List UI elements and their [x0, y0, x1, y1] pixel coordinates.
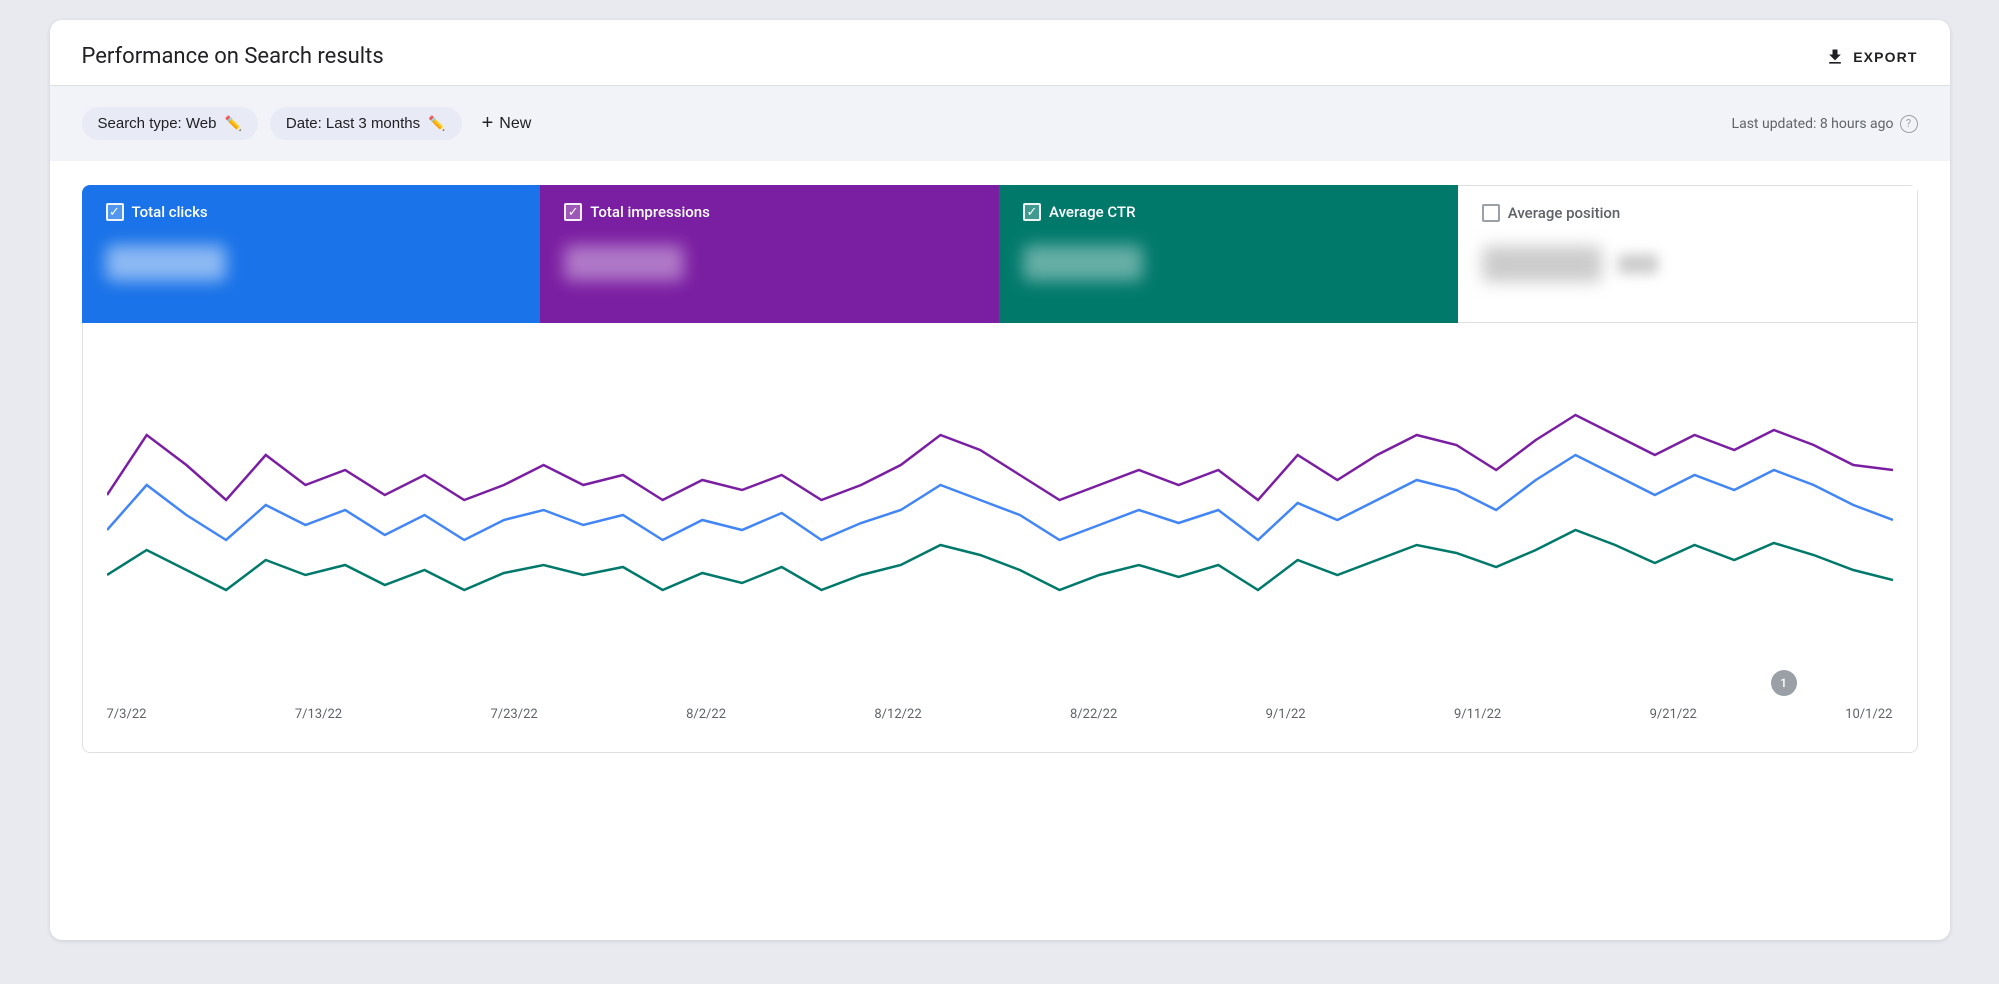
info-icon[interactable]: ?: [1900, 115, 1918, 133]
x-label-5: 8/22/22: [1070, 707, 1117, 722]
x-label-6: 9/1/22: [1266, 707, 1306, 722]
clicks-value: [106, 245, 226, 281]
date-label: Date: Last 3 months: [286, 115, 420, 132]
last-updated-text: Last updated: 8 hours ago: [1732, 116, 1894, 132]
export-button[interactable]: EXPORT: [1825, 47, 1917, 67]
ctr-value: [1023, 245, 1143, 281]
last-updated: Last updated: 8 hours ago ?: [1732, 115, 1918, 133]
position-checkbox[interactable]: [1482, 204, 1500, 222]
new-label: New: [499, 115, 531, 133]
filters-left: Search type: Web ✏️ Date: Last 3 months …: [82, 104, 540, 143]
search-type-filter[interactable]: Search type: Web ✏️: [82, 107, 258, 140]
x-axis-labels: 7/3/22 7/13/22 7/23/22 8/2/22 8/12/22 8/…: [107, 699, 1893, 738]
date-badge: 1: [1771, 670, 1797, 696]
date-filter[interactable]: Date: Last 3 months ✏️: [270, 107, 462, 140]
filters-bar: Search type: Web ✏️ Date: Last 3 months …: [50, 86, 1950, 161]
ctr-label: Average CTR: [1049, 203, 1136, 221]
impressions-value-area: [564, 233, 975, 293]
clicks-checkbox[interactable]: ✓: [106, 203, 124, 221]
x-label-2: 7/23/22: [490, 707, 537, 722]
clicks-label: Total clicks: [132, 203, 208, 221]
impressions-checkbox[interactable]: ✓: [564, 203, 582, 221]
clicks-value-area: [106, 233, 517, 293]
metrics-row: ✓ Total clicks ✓ Total impressions ✓ Ave…: [82, 185, 1918, 323]
x-label-3: 8/2/22: [686, 707, 726, 722]
impressions-value: [564, 245, 684, 281]
clicks-label-row: ✓ Total clicks: [106, 203, 517, 221]
x-label-0: 7/3/22: [107, 707, 147, 722]
page-title: Performance on Search results: [82, 44, 384, 69]
metric-card-position[interactable]: Average position: [1458, 185, 1918, 323]
x-label-1: 7/13/22: [295, 707, 342, 722]
card-header: Performance on Search results EXPORT: [50, 20, 1950, 86]
export-label: EXPORT: [1853, 49, 1917, 65]
plus-icon: +: [482, 112, 494, 135]
position-label: Average position: [1508, 204, 1621, 222]
line-chart: [107, 355, 1893, 695]
impressions-label: Total impressions: [590, 203, 710, 221]
edit-icon-2: ✏️: [428, 115, 445, 132]
metric-card-ctr[interactable]: ✓ Average CTR: [999, 185, 1458, 323]
position-label-row: Average position: [1482, 204, 1893, 222]
ctr-checkbox[interactable]: ✓: [1023, 203, 1041, 221]
main-card: Performance on Search results EXPORT Sea…: [50, 20, 1950, 940]
metric-card-impressions[interactable]: ✓ Total impressions: [540, 185, 999, 323]
position-sub-value: [1618, 254, 1658, 274]
x-label-7: 9/11/22: [1454, 707, 1501, 722]
ctr-value-area: [1023, 233, 1434, 293]
search-type-label: Search type: Web: [98, 115, 217, 132]
edit-icon: ✏️: [224, 115, 241, 132]
chart-area: 1 7/3/22 7/13/22 7/23/22 8/2/22 8/12/22 …: [82, 323, 1918, 753]
position-value: [1482, 246, 1602, 282]
x-label-8: 9/21/22: [1650, 707, 1697, 722]
impressions-label-row: ✓ Total impressions: [564, 203, 975, 221]
position-value-area: [1482, 234, 1893, 294]
metric-card-clicks[interactable]: ✓ Total clicks: [82, 185, 541, 323]
new-button[interactable]: + New: [474, 104, 540, 143]
x-label-4: 8/12/22: [874, 707, 921, 722]
x-label-9: 10/1/22: [1845, 707, 1892, 722]
ctr-label-row: ✓ Average CTR: [1023, 203, 1434, 221]
export-icon: [1825, 47, 1845, 67]
